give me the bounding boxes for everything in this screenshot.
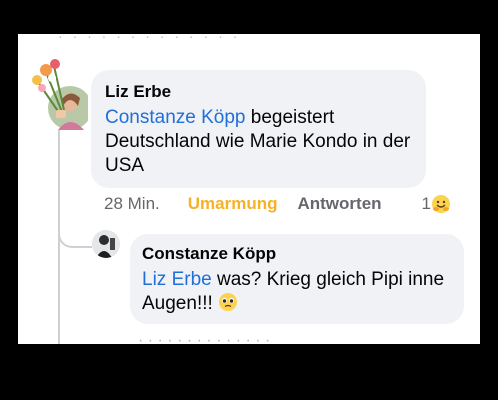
avatar-constanze-koepp-icon	[92, 230, 120, 258]
avatar-liz-erbe-icon	[32, 59, 92, 130]
reaction-button[interactable]: Umarmung	[188, 194, 278, 214]
comment-time[interactable]: 28 Min.	[104, 194, 160, 214]
comment-thread: · · · · · · · · · · · · · Liz Erbe Const…	[18, 34, 480, 344]
reply-button[interactable]: Antworten	[297, 194, 381, 214]
comment-actions: 28 Min. Umarmung Antworten 1	[104, 192, 451, 216]
reply-text: Liz Erbe was? Krieg gleich Pipi inne Aug…	[142, 268, 458, 316]
comment-bubble: Liz Erbe Constanze Köpp begeistert Deuts…	[91, 70, 426, 188]
reply-author[interactable]: Constanze Köpp	[142, 244, 276, 264]
avatar[interactable]	[92, 230, 120, 258]
avatar[interactable]	[28, 52, 92, 130]
pleading-face-icon	[219, 293, 238, 311]
mention-link[interactable]: Liz Erbe	[142, 269, 212, 290]
cutoff-next-line: · · · · · · · · · · · · · ·	[138, 332, 271, 344]
reaction-count[interactable]: 1	[422, 194, 431, 214]
cutoff-previous-line: · · · · · · · · · · · · ·	[58, 34, 241, 42]
comment-author[interactable]: Liz Erbe	[105, 82, 171, 102]
comment-text: Constanze Köpp begeistert Deutschland wi…	[105, 106, 417, 178]
mention-link[interactable]: Constanze Köpp	[105, 107, 246, 128]
hug-emoji-icon[interactable]	[431, 194, 451, 214]
thread-connector-curve	[58, 230, 92, 248]
reply-bubble: Constanze Köpp Liz Erbe was? Krieg gleic…	[130, 234, 464, 324]
